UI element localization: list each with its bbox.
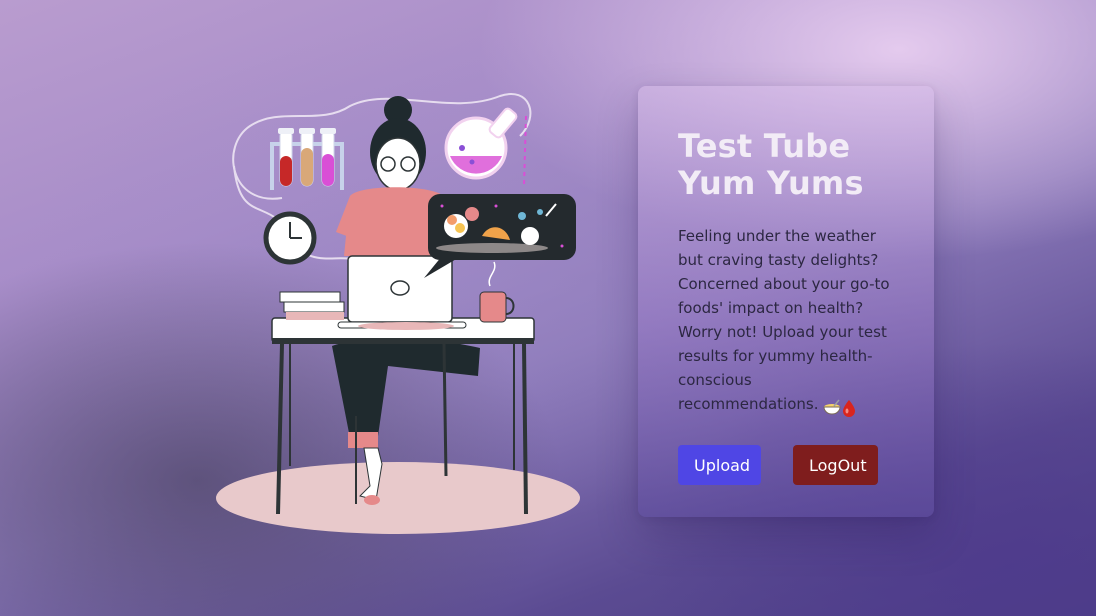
test-tube-rack-icon xyxy=(270,128,344,190)
welcome-card: Test Tube Yum Yums Feeling under the wea… xyxy=(638,86,934,517)
page-description: Feeling under the weather but craving ta… xyxy=(678,224,894,419)
emoji-row xyxy=(822,395,856,419)
flask-icon xyxy=(444,107,527,187)
woman-at-desk-illustration xyxy=(216,93,580,534)
logout-button[interactable]: LogOut xyxy=(793,445,878,485)
coffee-mug-icon xyxy=(479,261,515,323)
description-text: Feeling under the weather but craving ta… xyxy=(678,227,890,413)
page-title: Test Tube Yum Yums xyxy=(678,127,864,202)
laptop-icon xyxy=(337,255,467,330)
action-buttons: Upload LogOut xyxy=(678,445,894,485)
bowl-with-spoon-icon xyxy=(823,399,841,414)
hero-illustration xyxy=(210,86,590,538)
blood-drop-icon xyxy=(843,399,856,417)
clock-icon xyxy=(263,211,317,265)
book-stack-icon xyxy=(279,291,345,320)
upload-button[interactable]: Upload xyxy=(678,445,761,485)
